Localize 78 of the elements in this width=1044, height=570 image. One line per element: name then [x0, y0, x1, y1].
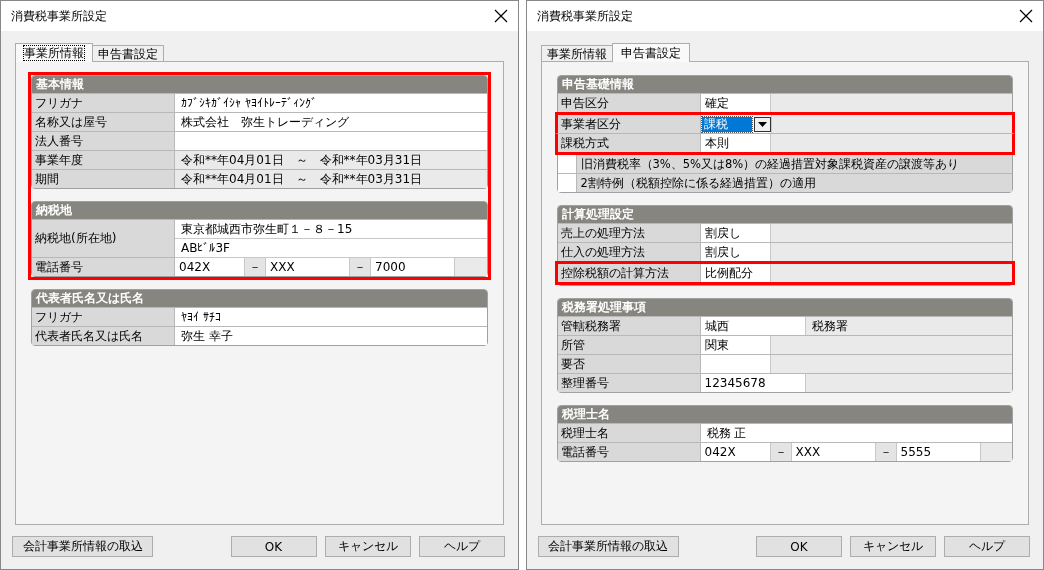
field-label: フリガナ	[32, 94, 175, 112]
section-header: 税務署処理事項	[557, 299, 1012, 316]
checkbox-label: 2割特例（税額控除に係る経過措置）の適用	[576, 174, 1012, 192]
field-label: 代表者氏名又は氏名	[32, 327, 175, 345]
section-header: 納税地	[32, 202, 487, 219]
dialog-button[interactable]: キャンセル	[850, 536, 936, 557]
text-field[interactable]	[700, 355, 771, 373]
field-label: 控除税額の計算方法	[557, 264, 701, 282]
phone-field[interactable]: 042X	[700, 443, 771, 461]
field-label: 名称又は屋号	[32, 113, 175, 131]
dialog-button[interactable]: ヘルプ	[418, 536, 505, 557]
dash-separator: －	[350, 258, 371, 276]
text-field[interactable]: 割戻し	[700, 224, 771, 242]
field-label: 所管	[557, 336, 701, 354]
tab[interactable]: 申告書設定	[92, 45, 164, 61]
text-field[interactable]: ﾔﾖｲ ｻﾁｺ	[175, 308, 487, 326]
field-label: 法人番号	[32, 132, 175, 150]
dropdown-value[interactable]: 課税	[701, 116, 752, 132]
phone-field[interactable]: 7000	[371, 258, 455, 276]
close-icon[interactable]	[1019, 9, 1033, 23]
text-field[interactable]: 税務 正	[700, 424, 1012, 442]
text-field[interactable]: ABﾋﾞﾙ3F	[175, 239, 487, 258]
dash-separator: －	[245, 258, 266, 276]
window-title: 消費税事業所設定	[11, 7, 107, 25]
field-label: フリガナ	[32, 308, 175, 326]
field-label: 納税地(所在地)	[32, 220, 175, 257]
caret-icon	[757, 121, 767, 127]
dialog-button[interactable]: OK	[230, 536, 317, 557]
text-field[interactable]: 関東	[700, 336, 771, 354]
field-label: 電話番号	[557, 443, 701, 461]
text-field[interactable]: 確定	[700, 94, 771, 112]
text-field[interactable]: 弥生 幸子	[175, 327, 487, 345]
phone-field[interactable]: 042X	[175, 258, 245, 276]
text-field[interactable]: 城西	[700, 317, 806, 335]
dash-separator: －	[770, 443, 792, 461]
text-field[interactable]: 割戻し	[700, 243, 771, 261]
dialog-button[interactable]: OK	[756, 536, 842, 557]
tab[interactable]: 事業所情報	[15, 43, 93, 62]
section-header: 基本情報	[32, 76, 487, 93]
text-field[interactable]	[175, 132, 487, 150]
text-field[interactable]: 東京都城西市弥生町１－８－15	[175, 220, 487, 239]
field-label: 電話番号	[32, 258, 175, 276]
tab[interactable]: 事業所情報	[540, 45, 613, 61]
phone-field[interactable]: XXX	[791, 443, 876, 461]
dialog-button[interactable]: 会計事業所情報の取込	[12, 536, 153, 557]
field-label: 仕入の処理方法	[557, 243, 701, 261]
field-label: 申告区分	[557, 94, 701, 112]
dropdown-button[interactable]	[753, 116, 771, 132]
checkbox[interactable]	[557, 155, 577, 173]
dialog-button[interactable]: キャンセル	[324, 536, 411, 557]
text-field[interactable]: 12345678	[700, 374, 806, 392]
section-header: 計算処理設定	[557, 206, 1012, 223]
window-title: 消費税事業所設定	[536, 7, 633, 25]
dialog-button[interactable]: ヘルプ	[944, 536, 1030, 557]
field-label: 課税方式	[557, 134, 701, 152]
field-label: 事業年度	[32, 151, 175, 169]
field-label: 要否	[557, 355, 701, 373]
field-label: 売上の処理方法	[557, 224, 701, 242]
checkbox[interactable]	[557, 174, 577, 192]
field-label: 事業者区分	[557, 115, 701, 133]
close-icon[interactable]	[493, 9, 508, 23]
section-header: 税理士名	[557, 406, 1012, 423]
section-header: 代表者氏名又は氏名	[32, 290, 487, 307]
tab[interactable]: 申告書設定	[611, 43, 690, 62]
dash-separator: －	[875, 443, 897, 461]
phone-field[interactable]: 5555	[896, 443, 981, 461]
field-label: 整理番号	[557, 374, 701, 392]
section-header: 申告基礎情報	[557, 76, 1012, 93]
text-field[interactable]: 比例配分	[700, 264, 771, 282]
field-label: 管轄税務署	[557, 317, 701, 335]
dialog-button[interactable]: 会計事業所情報の取込	[537, 536, 679, 557]
field-label: 税理士名	[557, 424, 701, 442]
text-field[interactable]: 本則	[700, 134, 771, 152]
text-field[interactable]: 株式会社 弥生トレーディング	[175, 113, 487, 131]
text-field[interactable]: ｶﾌﾞｼｷｶﾞｲｼｬ ﾔﾖｲﾄﾚｰﾃﾞｨﾝｸﾞ	[175, 94, 487, 112]
field-label: 期間	[32, 170, 175, 188]
checkbox-label: 旧消費税率（3%、5%又は8%）の経過措置対象課税資産の譲渡等あり	[576, 155, 1012, 173]
phone-field[interactable]: XXX	[266, 258, 350, 276]
